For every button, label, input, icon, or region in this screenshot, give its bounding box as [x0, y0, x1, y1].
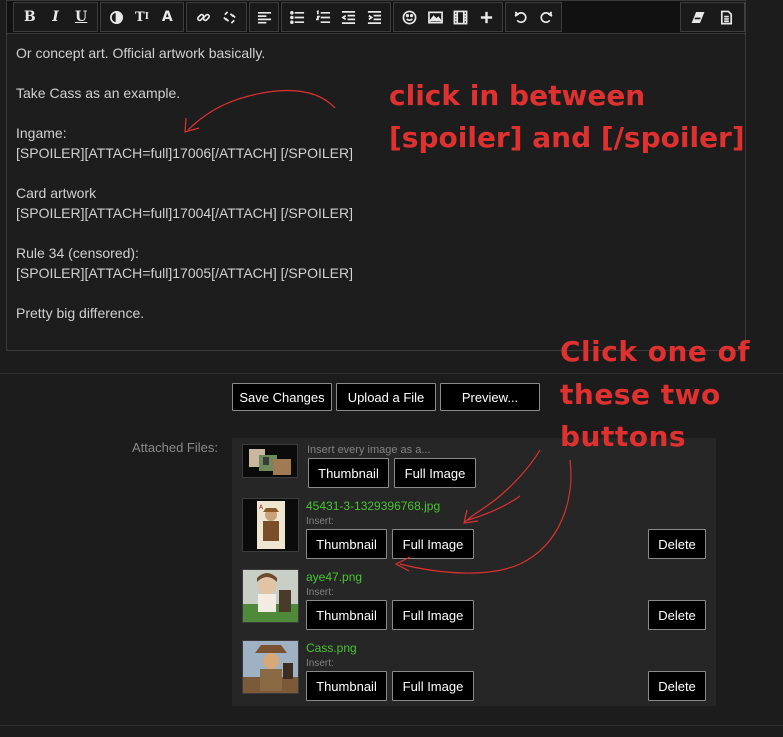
toolbar-group-link: [186, 2, 247, 32]
bold-button[interactable]: B: [19, 5, 41, 29]
font-size-icon[interactable]: TI: [131, 5, 153, 29]
toolbar-group-history: [505, 2, 562, 32]
remove-formatting-icon[interactable]: [687, 5, 709, 29]
thumbnail-button[interactable]: Thumbnail: [306, 671, 387, 701]
attachment-thumbnail: A: [242, 498, 299, 552]
editor-line: [SPOILER][ATTACH=full]17005[/ATTACH] [/S…: [16, 265, 354, 281]
italic-button[interactable]: I: [44, 5, 66, 29]
insert-label: Insert:: [306, 658, 334, 669]
preview-button[interactable]: Preview...: [440, 383, 540, 411]
editor-line: Rule 34 (censored):: [16, 245, 139, 261]
full-image-button[interactable]: Full Image: [392, 529, 474, 559]
full-image-button[interactable]: Full Image: [392, 671, 474, 701]
editor-toolbar: B I U TI A: [6, 0, 746, 33]
font-family-icon[interactable]: A: [156, 5, 178, 29]
undo-icon[interactable]: [510, 5, 532, 29]
numbered-list-icon[interactable]: [312, 5, 334, 29]
attachment-filename[interactable]: aye47.png: [306, 570, 362, 584]
toolbar-group-font: TI A: [100, 2, 184, 32]
image-icon[interactable]: [424, 5, 446, 29]
insert-more-icon[interactable]: [475, 5, 497, 29]
align-icon[interactable]: [253, 5, 275, 29]
thumbnail-button[interactable]: Thumbnail: [306, 600, 387, 630]
insert-all-thumbnail-button[interactable]: Thumbnail: [308, 458, 389, 488]
insert-label: Insert:: [306, 587, 334, 598]
underline-button[interactable]: U: [70, 5, 92, 29]
media-icon[interactable]: [450, 5, 472, 29]
delete-button[interactable]: Delete: [648, 529, 706, 559]
link-icon[interactable]: [192, 5, 214, 29]
toolbar-group-misc: [680, 2, 745, 32]
delete-button[interactable]: Delete: [648, 671, 706, 701]
outdent-icon[interactable]: [338, 5, 360, 29]
editor-line: Card artwork: [16, 185, 97, 201]
annotation-click-between: click in between [spoiler] and [/spoiler…: [389, 79, 745, 154]
attachment-thumbnail: [242, 569, 299, 623]
attached-files-label: Attached Files:: [132, 440, 218, 455]
delete-button[interactable]: Delete: [648, 600, 706, 630]
text-color-icon[interactable]: [106, 5, 128, 29]
insert-label: Insert:: [306, 516, 334, 527]
attachment-filename[interactable]: Cass.png: [306, 641, 357, 655]
bbcode-toggle-icon[interactable]: [716, 5, 738, 29]
attachments-panel: Insert every image as a... Thumbnail Ful…: [232, 438, 716, 706]
insert-all-text: Insert every image as a...: [307, 444, 431, 456]
annotation-click-buttons: Click one of these two buttons: [560, 335, 751, 453]
toolbar-group-insert: [393, 2, 503, 32]
multi-thumbnail: [242, 444, 298, 478]
attachment-thumbnail: [242, 640, 299, 694]
editor-line: Pretty big difference.: [16, 305, 145, 321]
thumbnail-button[interactable]: Thumbnail: [306, 529, 387, 559]
editor-line: [SPOILER][ATTACH=full]17004[/ATTACH] [/S…: [16, 205, 354, 221]
upload-file-button[interactable]: Upload a File: [336, 383, 436, 411]
editor-line: Or concept art. Official artwork basical…: [16, 45, 266, 61]
section-divider: [0, 725, 783, 726]
toolbar-group-text-style: B I U: [13, 2, 98, 32]
insert-all-full-image-button[interactable]: Full Image: [394, 458, 476, 488]
save-changes-button[interactable]: Save Changes: [232, 383, 332, 411]
redo-icon[interactable]: [535, 5, 557, 29]
smilie-icon[interactable]: [399, 5, 421, 29]
attachment-filename[interactable]: 45431-3-1329396768.jpg: [306, 499, 440, 513]
unlink-icon[interactable]: [219, 5, 241, 29]
bullet-list-icon[interactable]: [287, 5, 309, 29]
toolbar-group-lists: [281, 2, 391, 32]
full-image-button[interactable]: Full Image: [392, 600, 474, 630]
indent-icon[interactable]: [363, 5, 385, 29]
toolbar-group-align: [249, 2, 279, 32]
